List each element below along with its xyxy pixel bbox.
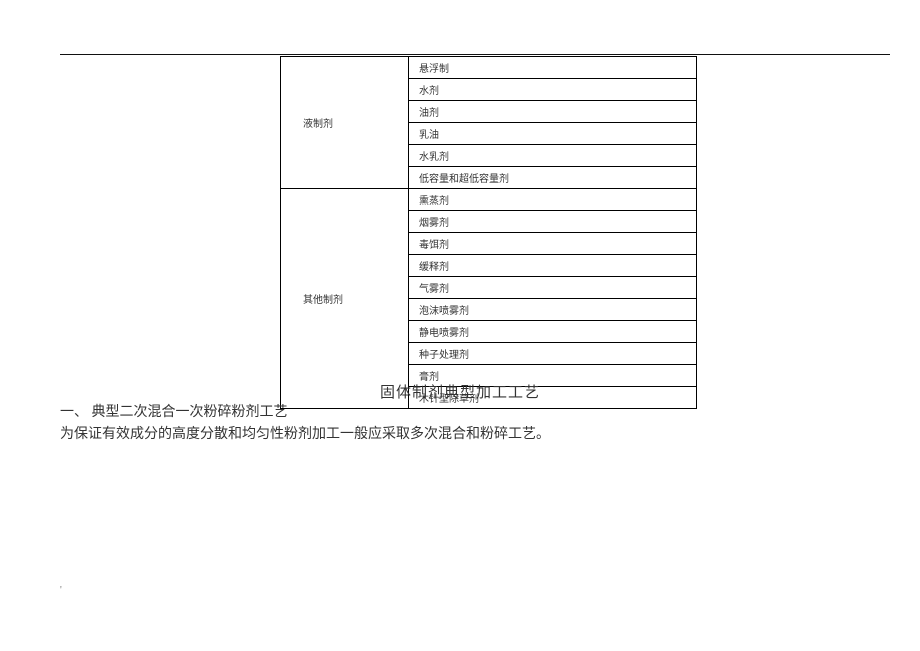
item-cell: 熏蒸剂 [409,189,697,211]
item-cell: 泡沫喷雾剂 [409,299,697,321]
item-cell: 悬浮制 [409,57,697,79]
category-cell: 其他制剂 [281,189,409,409]
item-cell: 种子处理剂 [409,343,697,365]
item-cell: 烟雾剂 [409,211,697,233]
page-root: 液制剂悬浮制水剂油剂乳油水乳剂低容量和超低容量剂其他制剂熏蒸剂烟雾剂毒饵剂缓释剂… [0,0,920,651]
table-row: 液制剂悬浮制 [281,57,697,79]
body-line-1: 一、 典型二次混合一次粉碎粉剂工艺 [60,402,550,424]
table-row: 其他制剂熏蒸剂 [281,189,697,211]
item-cell: 低容量和超低容量剂 [409,167,697,189]
item-cell: 水剂 [409,79,697,101]
item-cell: 水乳剂 [409,145,697,167]
body-line-1-text: 典型二次混合一次粉碎粉剂工艺 [92,405,288,420]
item-cell: 气雾剂 [409,277,697,299]
item-cell: 毒饵剂 [409,233,697,255]
list-marker: 一、 [60,405,88,420]
table: 液制剂悬浮制水剂油剂乳油水乳剂低容量和超低容量剂其他制剂熏蒸剂烟雾剂毒饵剂缓释剂… [280,56,697,409]
item-cell: 油剂 [409,101,697,123]
item-cell: 缓释剂 [409,255,697,277]
body-text-block: 一、 典型二次混合一次粉碎粉剂工艺 为保证有效成分的高度分散和均匀性粉剂加工一般… [60,402,550,446]
top-horizontal-rule [60,54,890,55]
classification-table: 液制剂悬浮制水剂油剂乳油水乳剂低容量和超低容量剂其他制剂熏蒸剂烟雾剂毒饵剂缓释剂… [280,56,696,409]
item-cell: 乳油 [409,123,697,145]
body-line-2: 为保证有效成分的高度分散和均匀性粉剂加工一般应采取多次混合和粉碎工艺。 [60,424,550,446]
item-cell: 静电喷雾剂 [409,321,697,343]
bottom-left-mark: ' [60,585,62,596]
section-title: 固体制剂典型加工工艺 [0,381,920,402]
category-cell: 液制剂 [281,57,409,189]
